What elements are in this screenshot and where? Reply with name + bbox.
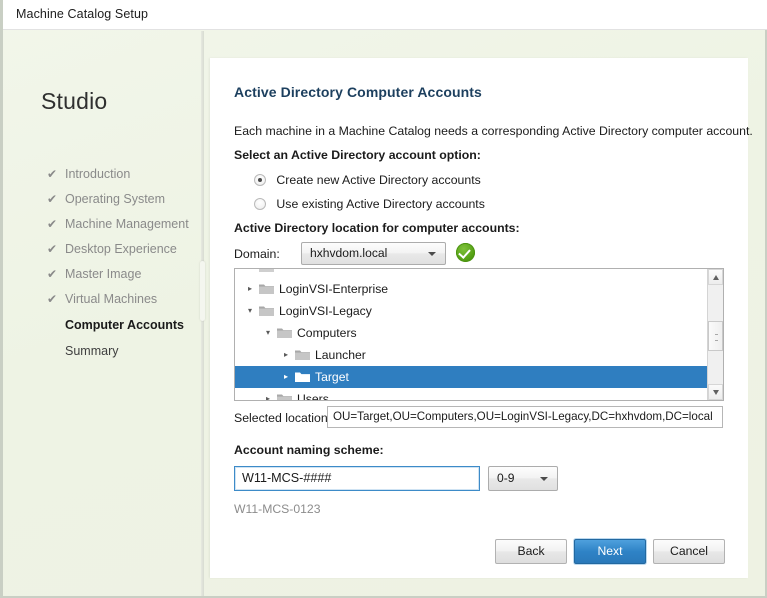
tree-node-loginvsi-legacy[interactable]: ▾ LoginVSI-Legacy [235, 300, 708, 322]
naming-digits-value: 0-9 [497, 471, 515, 485]
cancel-button[interactable]: Cancel [653, 539, 725, 564]
sidebar-item-label: Virtual Machines [65, 292, 158, 306]
sidebar-item-label: Master Image [65, 267, 142, 281]
folder-icon [259, 305, 274, 317]
chevron-down-icon [540, 477, 548, 481]
studio-logo: Studio [41, 88, 108, 114]
account-naming-scheme-label: Account naming scheme: [234, 443, 384, 457]
account-naming-scheme-input[interactable]: W11-MCS-#### [234, 466, 480, 491]
naming-digits-dropdown[interactable]: 0-9 [488, 466, 558, 491]
account-option-label: Select an Active Directory account optio… [234, 148, 481, 162]
folder-icon [277, 393, 292, 400]
folder-icon [259, 283, 274, 295]
window-titlebar: Machine Catalog Setup [3, 0, 767, 30]
divider-grip [200, 261, 205, 321]
expander-expanded-icon[interactable]: ▾ [261, 322, 275, 344]
check-icon: ✔ [47, 292, 58, 306]
machine-catalog-setup-window: Machine Catalog Setup Studio ✔ Introduct… [0, 0, 767, 598]
check-icon: ✔ [47, 267, 58, 281]
sidebar-item-machine-management[interactable]: ✔ Machine Management [47, 212, 207, 237]
radio-create-new-accounts[interactable]: Create new Active Directory accounts [254, 171, 481, 189]
check-icon: ✔ [47, 217, 58, 231]
sidebar-item-label: Operating System [65, 192, 166, 206]
domain-value: hxhvdom.local [310, 246, 388, 260]
panel-divider [200, 31, 205, 596]
tree-node-label: Launcher [315, 348, 366, 362]
content-panel: Active Directory Computer Accounts Each … [210, 58, 753, 578]
naming-scheme-value: W11-MCS-#### [242, 471, 332, 485]
page-title: Active Directory Computer Accounts [234, 84, 482, 100]
check-icon: ✔ [47, 167, 58, 181]
back-button[interactable]: Back [495, 539, 567, 564]
window-title: Machine Catalog Setup [16, 7, 149, 21]
ad-location-tree[interactable]: ▸ ▸ LoginVSI-Enterprise ▾ [234, 268, 724, 401]
radio-selected-icon [254, 174, 266, 186]
folder-icon [277, 327, 292, 339]
expander-collapsed-icon[interactable]: ▸ [279, 344, 293, 366]
radio-label: Use existing Active Directory accounts [276, 197, 485, 211]
folder-icon [295, 371, 310, 383]
intro-text: Each machine in a Machine Catalog needs … [234, 124, 753, 138]
folder-icon [259, 269, 274, 273]
tree-scrollbar[interactable] [707, 269, 723, 400]
sidebar-item-virtual-machines[interactable]: ✔ Virtual Machines [47, 287, 207, 312]
tree-node-users[interactable]: ▸ Users [235, 388, 708, 401]
sidebar-item-label: Summary [65, 344, 119, 358]
scrollbar-thumb[interactable] [708, 321, 723, 351]
tree-node-label: Computers [297, 326, 357, 340]
expander-expanded-icon[interactable]: ▾ [243, 300, 257, 322]
tree-node-target[interactable]: ▸ Target [235, 366, 708, 388]
tree-node-label: LoginVSI-Legacy [279, 304, 372, 318]
wizard-step-list: ✔ Introduction ✔ Operating System ✔ Mach… [47, 162, 207, 364]
sidebar-item-desktop-experience[interactable]: ✔ Desktop Experience [47, 237, 207, 262]
selected-location-field: OU=Target,OU=Computers,OU=LoginVSI-Legac… [327, 406, 723, 428]
tree-node-label: Target [315, 370, 349, 384]
tree-node-list: ▸ ▸ LoginVSI-Enterprise ▾ [235, 269, 708, 401]
tree-node-computers[interactable]: ▾ Computers [235, 322, 708, 344]
sidebar-item-introduction[interactable]: ✔ Introduction [47, 162, 207, 187]
radio-use-existing-accounts[interactable]: Use existing Active Directory accounts [254, 195, 485, 213]
check-icon: ✔ [47, 192, 58, 206]
expander-collapsed-icon[interactable]: ▸ [279, 366, 293, 388]
domain-valid-check-icon [456, 243, 475, 262]
tree-node-partial[interactable]: ▸ [235, 269, 708, 278]
chevron-down-icon [428, 252, 436, 256]
sidebar-item-label: Introduction [65, 167, 131, 181]
sidebar-item-label: Machine Management [65, 217, 189, 231]
tree-node-launcher[interactable]: ▸ Launcher [235, 344, 708, 366]
expander-collapsed-icon[interactable]: ▸ [243, 269, 257, 278]
domain-label: Domain: [234, 247, 280, 261]
next-button[interactable]: Next [574, 539, 646, 564]
selected-location-label: Selected location: [234, 411, 332, 425]
wizard-sidebar: Studio ✔ Introduction ✔ Operating System… [6, 31, 203, 596]
radio-unselected-icon [254, 198, 266, 210]
check-icon: ✔ [47, 242, 58, 256]
tree-node-label: LoginVSI-Enterprise [279, 282, 389, 296]
domain-dropdown[interactable]: hxhvdom.local [301, 242, 446, 265]
expander-collapsed-icon[interactable]: ▸ [243, 278, 257, 300]
sidebar-item-label: Desktop Experience [65, 242, 177, 256]
sidebar-item-operating-system[interactable]: ✔ Operating System [47, 187, 207, 212]
scroll-down-icon[interactable] [708, 384, 723, 400]
sidebar-item-label: Computer Accounts [65, 318, 184, 332]
scroll-up-icon[interactable] [708, 269, 723, 285]
ad-location-label: Active Directory location for computer a… [234, 221, 520, 235]
selected-location-value: OU=Target,OU=Computers,OU=LoginVSI-Legac… [333, 410, 713, 423]
sidebar-item-computer-accounts[interactable]: Computer Accounts [47, 312, 207, 339]
expander-collapsed-icon[interactable]: ▸ [261, 388, 275, 400]
folder-icon [295, 349, 310, 361]
tree-node-label: Users [297, 392, 329, 401]
naming-scheme-preview: W11-MCS-0123 [234, 502, 321, 516]
sidebar-item-master-image[interactable]: ✔ Master Image [47, 262, 207, 287]
sidebar-item-summary[interactable]: Summary [47, 339, 207, 364]
radio-label: Create new Active Directory accounts [276, 173, 481, 187]
tree-node-loginvsi-enterprise[interactable]: ▸ LoginVSI-Enterprise [235, 278, 708, 300]
